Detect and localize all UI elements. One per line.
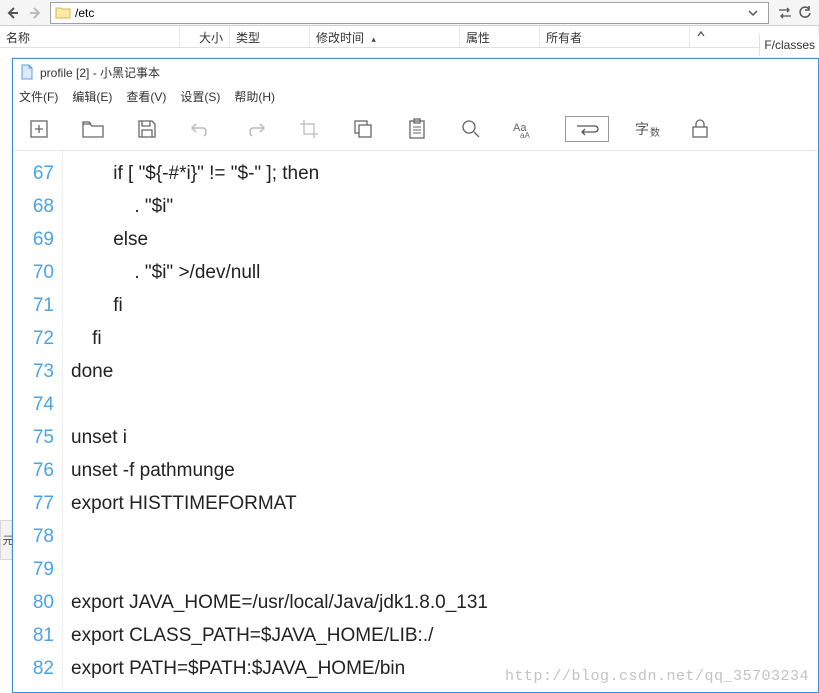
word-count-button[interactable]: 字字数数 [635, 118, 660, 139]
line-number: 82 [13, 652, 54, 685]
line-number: 74 [13, 388, 54, 421]
line-number: 79 [13, 553, 54, 586]
redo-button[interactable] [241, 115, 269, 143]
line-number: 80 [13, 586, 54, 619]
code-area: 67686970717273747576777879808182 if [ "$… [13, 151, 818, 692]
menu-settings[interactable]: 设置(S) [180, 88, 220, 105]
col-size[interactable]: 大小 [180, 26, 230, 47]
path-input[interactable]: /etc [50, 2, 769, 24]
lock-button[interactable] [686, 115, 714, 143]
editor-titlebar: profile [2] - 小黑记事本 [13, 59, 818, 85]
code-line[interactable]: export HISTTIMEFORMAT [71, 487, 818, 520]
code-line[interactable] [71, 553, 818, 586]
line-number: 78 [13, 520, 54, 553]
refresh-icon[interactable] [798, 6, 812, 20]
editor-title-text: profile [2] - 小黑记事本 [40, 64, 160, 81]
code-line[interactable]: export CLASS_PATH=$JAVA_HOME/LIB:./ [71, 619, 818, 652]
code-line[interactable]: else [71, 223, 818, 256]
line-number: 68 [13, 190, 54, 223]
code-line[interactable]: unset -f pathmunge [71, 454, 818, 487]
line-number: 77 [13, 487, 54, 520]
col-attr[interactable]: 属性 [460, 26, 540, 47]
line-number: 75 [13, 421, 54, 454]
editor-window: profile [2] - 小黑记事本 文件(F) 编辑(E) 查看(V) 设置… [12, 58, 819, 693]
watermark-text: http://blog.csdn.net/qq_35703234 [505, 668, 809, 685]
nav-refresh-area [771, 6, 819, 20]
save-button[interactable] [133, 115, 161, 143]
sort-asc-icon: ▴ [371, 34, 376, 44]
copy-button[interactable] [349, 115, 377, 143]
code-line[interactable]: . "$i" >/dev/null [71, 256, 818, 289]
code-line[interactable]: if [ "${-#*i}" != "$-" ]; then [71, 157, 818, 190]
line-number: 70 [13, 256, 54, 289]
code-line[interactable] [71, 388, 818, 421]
col-name[interactable]: 名称 [0, 26, 180, 47]
editor-menubar: 文件(F) 编辑(E) 查看(V) 设置(S) 帮助(H) [13, 85, 818, 107]
menu-file[interactable]: 文件(F) [19, 88, 58, 105]
code-line[interactable]: . "$i" [71, 190, 818, 223]
new-file-button[interactable] [25, 115, 53, 143]
line-number: 81 [13, 619, 54, 652]
open-file-button[interactable] [79, 115, 107, 143]
code-line[interactable]: fi [71, 289, 818, 322]
code-line[interactable]: fi [71, 322, 818, 355]
menu-view[interactable]: 查看(V) [126, 88, 166, 105]
code-line[interactable]: unset i [71, 421, 818, 454]
path-text: /etc [75, 6, 748, 20]
font-button[interactable]: AaaA [511, 115, 539, 143]
nav-forward-button[interactable] [24, 1, 48, 25]
code-line[interactable]: done [71, 355, 818, 388]
line-number: 73 [13, 355, 54, 388]
col-type[interactable]: 类型 [230, 26, 310, 47]
line-number-gutter: 67686970717273747576777879808182 [13, 151, 63, 692]
folder-icon [55, 5, 71, 21]
menu-edit[interactable]: 编辑(E) [72, 88, 112, 105]
code-line[interactable]: export JAVA_HOME=/usr/local/Java/jdk1.8.… [71, 586, 818, 619]
wrap-button[interactable] [565, 116, 609, 142]
line-number: 71 [13, 289, 54, 322]
right-path-fragment: F/classes [759, 34, 819, 56]
code-line[interactable] [71, 520, 818, 553]
crop-button[interactable] [295, 115, 323, 143]
svg-text:aA: aA [520, 131, 530, 139]
col-mtime[interactable]: 修改时间 ▴ [310, 26, 460, 47]
file-browser-headers: 名称 大小 类型 修改时间 ▴ 属性 所有者 [0, 26, 819, 48]
paste-button[interactable] [403, 115, 431, 143]
transfer-icon[interactable] [778, 7, 792, 19]
nav-back-button[interactable] [0, 1, 24, 25]
undo-button[interactable] [187, 115, 215, 143]
line-number: 72 [13, 322, 54, 355]
file-browser-nav: /etc [0, 0, 819, 26]
line-number: 76 [13, 454, 54, 487]
col-owner[interactable]: 所有者 [540, 26, 690, 47]
menu-help[interactable]: 帮助(H) [234, 88, 275, 105]
document-icon [19, 64, 35, 80]
line-number: 69 [13, 223, 54, 256]
line-number: 67 [13, 157, 54, 190]
search-button[interactable] [457, 115, 485, 143]
editor-toolbar: AaaA 字字数数 [13, 107, 818, 151]
code-content[interactable]: if [ "${-#*i}" != "$-" ]; then . "$i" el… [63, 151, 818, 692]
path-dropdown-icon[interactable] [748, 8, 764, 18]
